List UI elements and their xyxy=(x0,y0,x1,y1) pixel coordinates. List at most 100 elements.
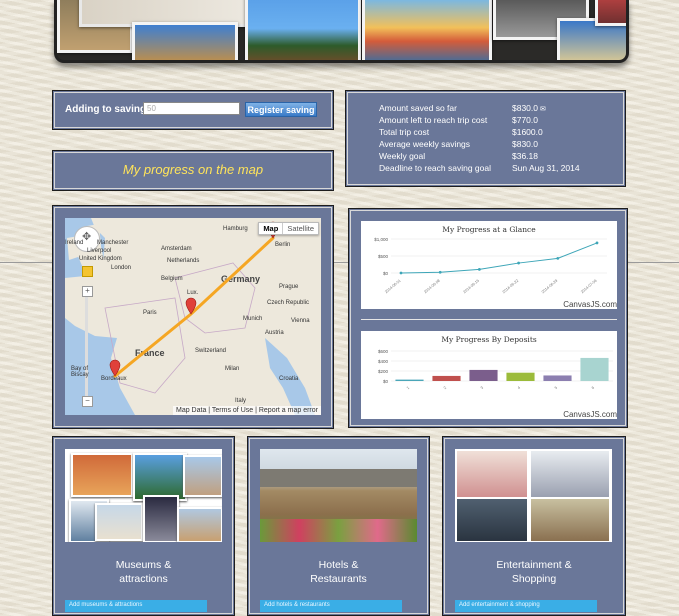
map-footer[interactable]: Map Data | Terms of Use | Report a map e… xyxy=(172,406,321,415)
stat-row: Deadline to reach saving goal Sun Aug 31,… xyxy=(379,162,580,174)
header-banner xyxy=(54,0,629,63)
x-tick-label: 2014-07-06 xyxy=(580,279,597,295)
bar-chart-container: My Progress By Deposits $600 $400 $200 $0 1 2… xyxy=(361,331,617,419)
stat-value: $1600.0 xyxy=(512,127,543,137)
stat-label: Amount saved so far xyxy=(379,103,457,113)
data-point xyxy=(517,261,520,265)
chart-divider xyxy=(361,319,617,320)
hotel-flowers xyxy=(260,519,417,542)
x-tick-label: 3 xyxy=(480,386,484,390)
line-chart-container: My Progress at a Glance $1,000 $500 $0 2014… xyxy=(361,221,617,309)
category-card-entertainment[interactable]: Entertainment & Shopping Add entertainme… xyxy=(442,436,626,616)
category-card-museums[interactable]: Museums & attractions Add museums & attr… xyxy=(52,436,235,616)
collage-photo xyxy=(143,495,179,542)
map-type-satellite-button[interactable]: Satellite xyxy=(282,223,318,234)
collage-photo xyxy=(531,499,609,541)
stat-value: $770.0 xyxy=(512,115,538,125)
stat-value: $830.0 xyxy=(512,139,538,149)
stat-label: Deadline to reach saving goal xyxy=(379,163,491,173)
stat-label: Average weekly savings xyxy=(379,139,471,149)
data-point xyxy=(399,271,403,275)
bar-chart: $600 $400 $200 $0 1 2 3 4 5 6 xyxy=(378,349,613,390)
stat-value: Sun Aug 31, 2014 xyxy=(512,163,580,173)
progress-map-link-panel[interactable]: My progress on the map xyxy=(52,150,334,191)
register-saving-button[interactable]: Register saving xyxy=(245,102,317,117)
map-type-map-button[interactable]: Map xyxy=(259,223,282,234)
savings-label: Adding to savings xyxy=(65,104,152,115)
map-type-toggle[interactable]: Map Satellite xyxy=(258,222,319,235)
banner-photo-4 xyxy=(245,0,361,60)
y-tick-label: $500 xyxy=(378,254,389,259)
x-tick-label: 5 xyxy=(554,386,558,390)
x-tick-label: 2014-06-29 xyxy=(541,279,558,295)
category-button-label: Add hotels & restaurants xyxy=(264,602,330,608)
category-label-line: Hotels & xyxy=(318,559,359,571)
y-tick-label: $1,000 xyxy=(374,237,388,242)
banner-photo-5 xyxy=(362,0,492,60)
stat-row: Weekly goal $36.18 xyxy=(379,150,580,162)
banner-photo-3 xyxy=(132,22,238,60)
x-tick-label: 4 xyxy=(517,386,521,390)
category-label: Hotels & Restaurants xyxy=(248,558,429,586)
category-label: Museums & attractions xyxy=(53,558,234,586)
collage-photo xyxy=(531,451,609,497)
data-point xyxy=(556,256,560,260)
category-label-line: Restaurants xyxy=(310,573,367,585)
info-icon: ✉ xyxy=(540,106,546,113)
charts-panel: My Progress at a Glance $1,000 $500 $0 2014… xyxy=(348,208,628,428)
bar xyxy=(543,375,572,381)
y-tick-label: $0 xyxy=(383,379,389,384)
collage-photo xyxy=(183,455,222,497)
line-chart: $1,000 $500 $0 2014-06-01 2014-06-08 2014-06-… xyxy=(374,237,607,295)
entertainment-collage-image xyxy=(455,449,612,542)
data-point xyxy=(438,270,442,274)
category-label: Entertainment & Shopping xyxy=(443,558,625,586)
progress-map-link[interactable]: My progress on the map xyxy=(53,151,333,190)
add-museums-button[interactable]: Add museums & attractions xyxy=(65,600,207,612)
stat-row: Average weekly savings $830.0 xyxy=(379,138,580,150)
y-tick-label: $0 xyxy=(383,271,389,276)
bar xyxy=(469,369,498,381)
category-label-line: Museums & xyxy=(115,559,172,571)
stat-row: Amount left to reach trip cost $770.0 xyxy=(379,114,580,126)
route-overlay xyxy=(109,221,279,378)
hotels-photo-image xyxy=(260,449,417,542)
savings-stats-panel: Amount saved so far $830.0 ✉ Amount left t… xyxy=(345,90,626,187)
savings-amount-input[interactable] xyxy=(143,102,240,115)
category-label-line: Shopping xyxy=(511,573,557,585)
x-tick-label: 6 xyxy=(591,386,595,390)
map-panel: ✥ + − Ireland Liverpool Manchester Unite… xyxy=(52,205,334,429)
banner-photo-8 xyxy=(595,0,626,26)
bar xyxy=(580,357,609,381)
category-button-label: Add museums & attractions xyxy=(69,602,143,608)
category-label-line: attractions xyxy=(119,573,168,585)
stat-label: Total trip cost xyxy=(379,127,430,137)
data-point xyxy=(478,267,481,271)
add-hotels-button[interactable]: Add hotels & restaurants xyxy=(260,600,402,612)
bar xyxy=(395,379,424,381)
collage-photo xyxy=(95,503,143,541)
category-card-hotels[interactable]: Hotels & Restaurants Add hotels & restau… xyxy=(247,436,430,616)
stat-value: $830.0 xyxy=(512,103,538,113)
stat-row: Amount saved so far $830.0 ✉ xyxy=(379,102,580,114)
bar xyxy=(432,375,461,381)
data-point xyxy=(595,241,599,245)
add-entertainment-button[interactable]: Add entertainment & shopping xyxy=(455,600,597,612)
collage-photo xyxy=(177,507,222,542)
chart-credit[interactable]: CanvasJS.com xyxy=(563,300,617,309)
category-button-label: Add entertainment & shopping xyxy=(459,602,540,608)
y-tick-label: $200 xyxy=(378,369,389,374)
collage-photo xyxy=(457,499,527,541)
route-map[interactable]: ✥ + − Ireland Liverpool Manchester Unite… xyxy=(65,218,321,415)
x-tick-label: 2014-06-08 xyxy=(423,279,440,295)
y-tick-label: $400 xyxy=(378,359,389,364)
bar xyxy=(506,372,535,381)
x-tick-label: 1 xyxy=(406,386,410,390)
category-label-line: Entertainment & xyxy=(496,559,572,571)
stat-value: $36.18 xyxy=(512,151,538,161)
chart-credit[interactable]: CanvasJS.com xyxy=(563,410,617,419)
x-tick-label: 2014-06-01 xyxy=(384,279,401,295)
x-tick-label: 2014-06-15 xyxy=(463,279,480,295)
stats-list: Amount saved so far $830.0 ✉ Amount left t… xyxy=(379,102,580,174)
stat-label: Amount left to reach trip cost xyxy=(379,115,488,125)
